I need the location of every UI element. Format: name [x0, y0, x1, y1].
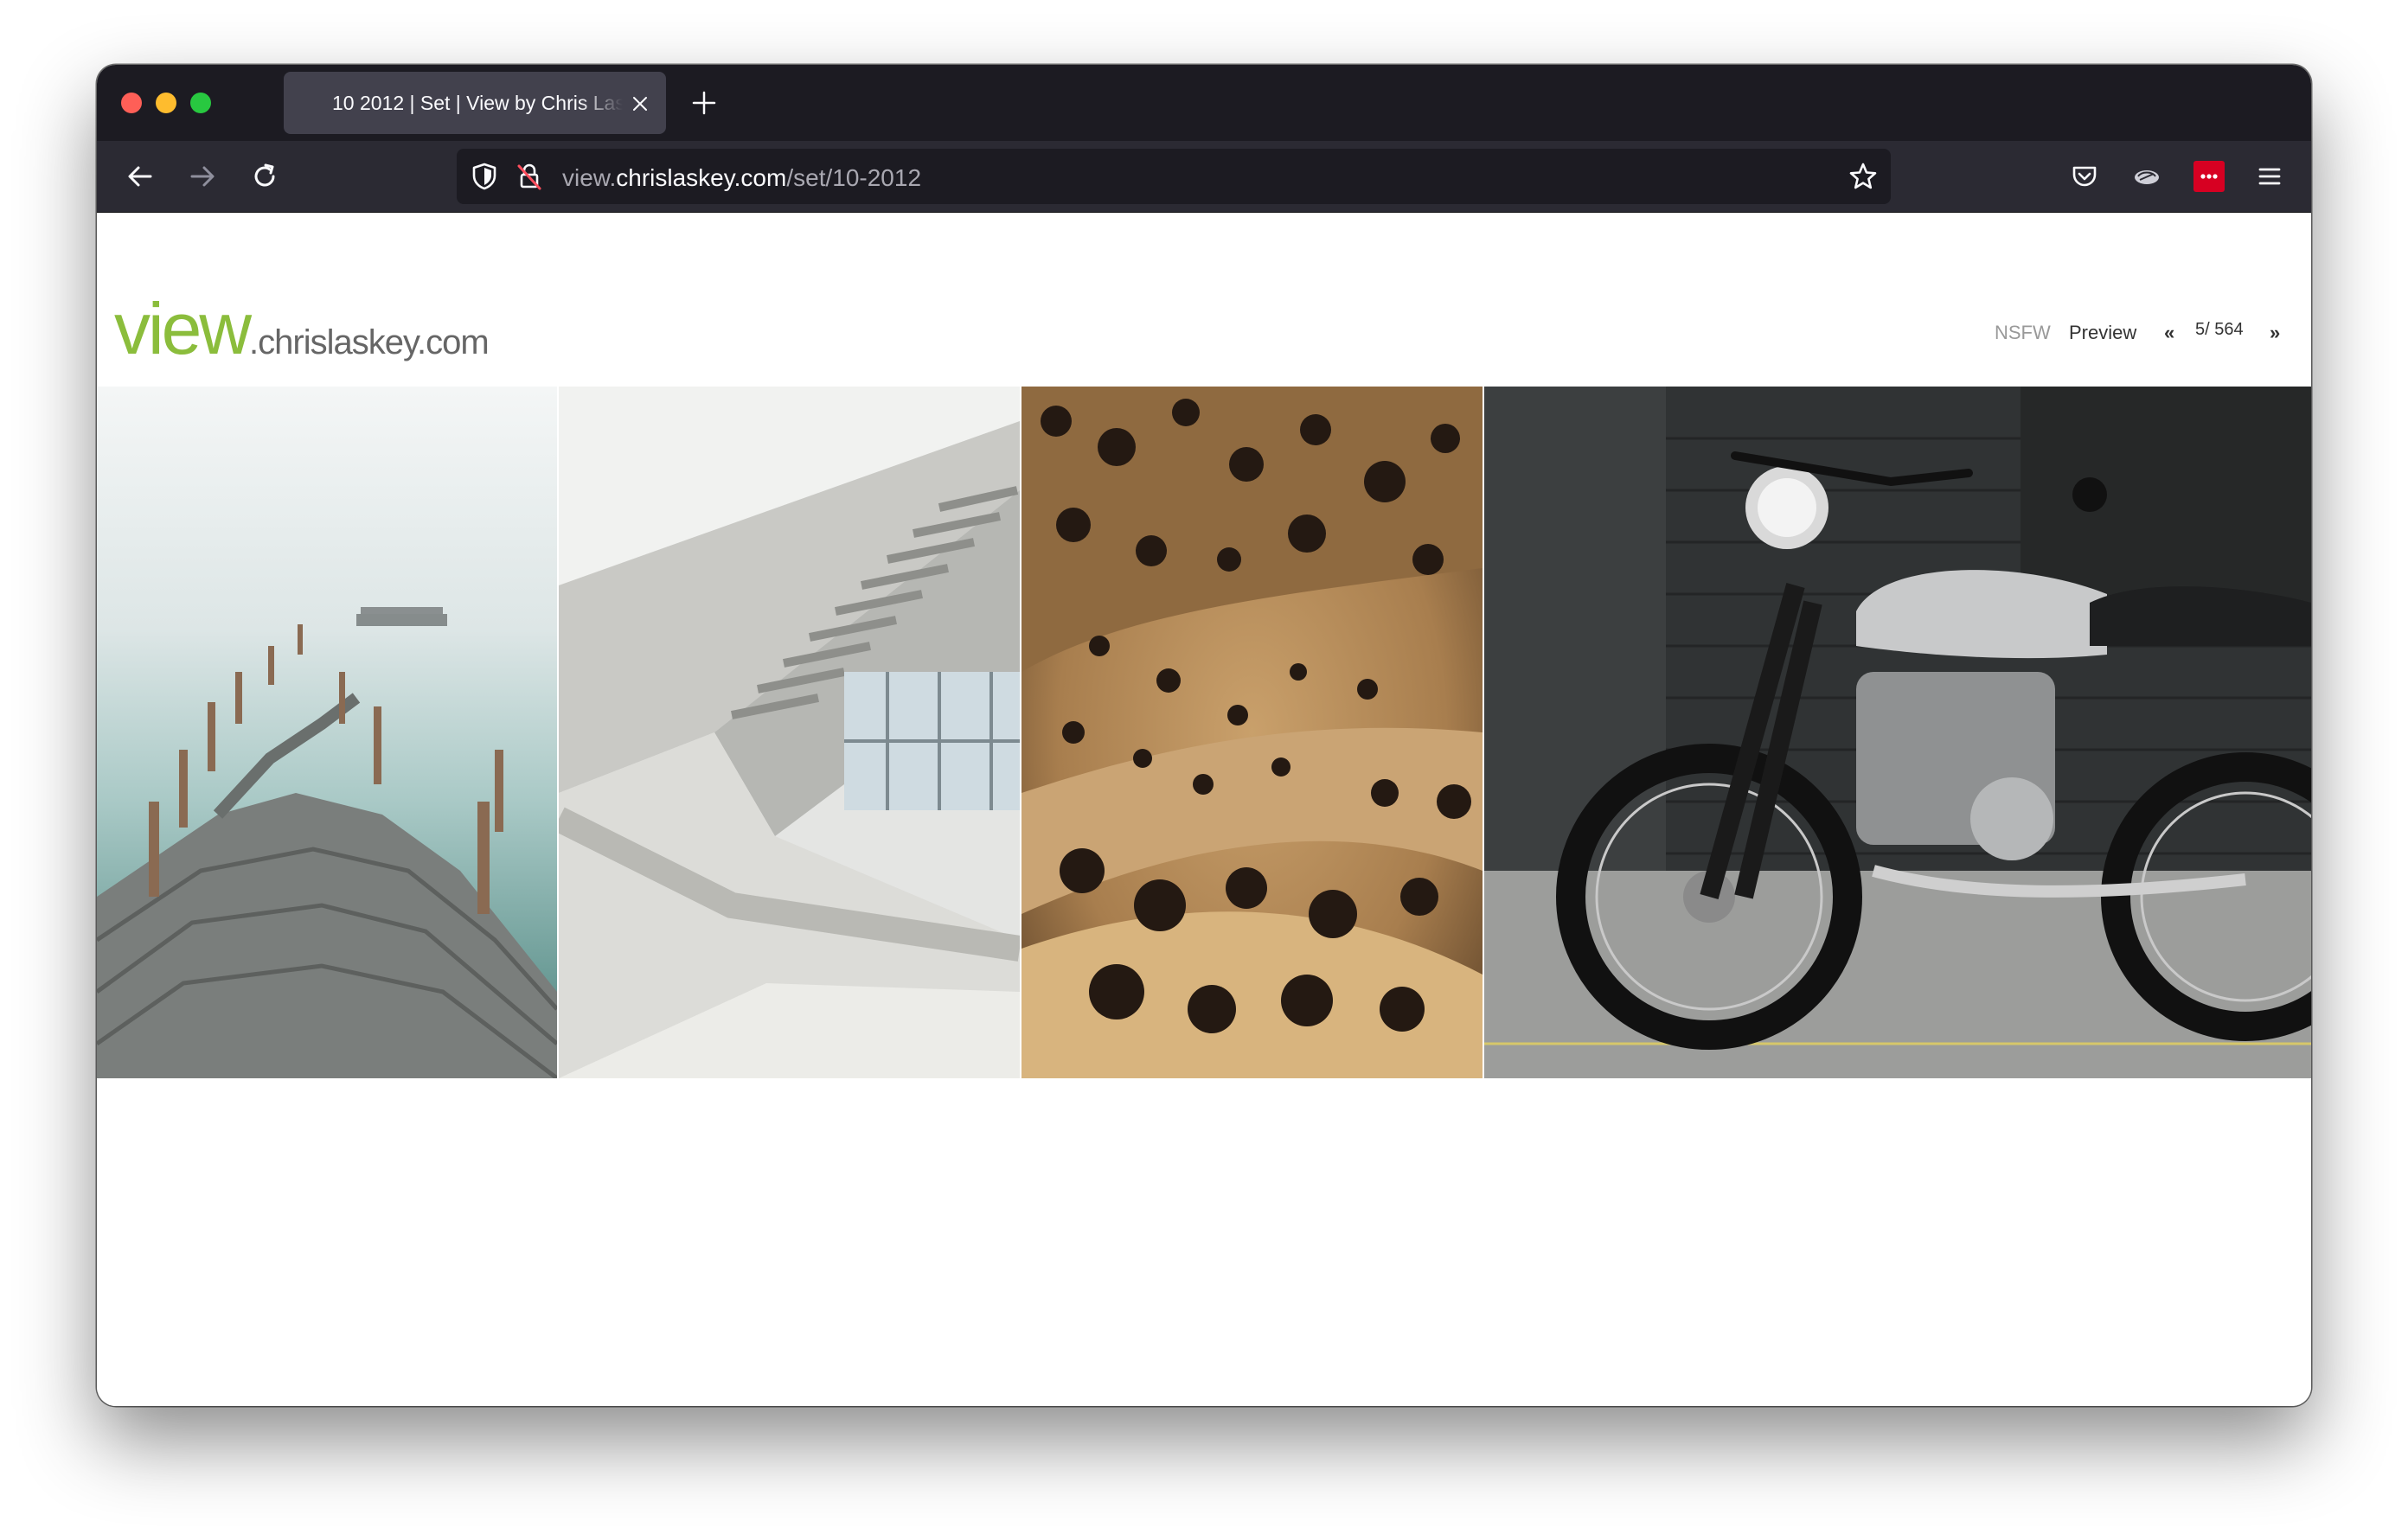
pier-image	[97, 387, 557, 1078]
photo-gallery	[97, 387, 2311, 1078]
close-window-button[interactable]	[121, 93, 142, 113]
browser-window: 10 2012 | Set | View by Chris Laskey	[97, 65, 2311, 1406]
url-host: chrislaskey.com	[616, 164, 787, 191]
url-text[interactable]: view.chrislaskey.com/set/10-2012	[562, 164, 921, 192]
pocket-icon[interactable]	[2069, 161, 2100, 192]
close-tab-icon[interactable]	[630, 93, 650, 114]
lastpass-icon[interactable]	[2193, 161, 2225, 192]
minimize-window-button[interactable]	[156, 93, 176, 113]
photo-motorcycle[interactable]	[1484, 387, 2311, 1078]
tab-bar: 10 2012 | Set | View by Chris Laskey	[97, 65, 2311, 141]
insecure-lock-icon[interactable]	[514, 161, 545, 192]
photo-leopards[interactable]	[1021, 387, 1483, 1078]
reload-icon[interactable]	[249, 161, 280, 192]
page-counter: 5/ 564	[2195, 320, 2244, 339]
shield-icon[interactable]	[469, 161, 500, 192]
next-page-link[interactable]: »	[2270, 322, 2280, 344]
motorcycle-image	[1484, 387, 2311, 1078]
zoom-window-button[interactable]	[190, 93, 211, 113]
preview-link[interactable]: Preview	[2069, 322, 2136, 344]
previous-page-link[interactable]: «	[2164, 322, 2174, 344]
back-icon[interactable]	[125, 161, 156, 192]
url-bar[interactable]: view.chrislaskey.com/set/10-2012	[457, 149, 1891, 204]
extension-icon[interactable]	[2131, 161, 2162, 192]
logo-main: view	[114, 288, 252, 369]
page-content: view.chrislaskey.com NSFW Preview « 5/ 5…	[97, 213, 2311, 1406]
url-prefix: view.	[562, 164, 617, 191]
bookmark-star-icon[interactable]	[1848, 161, 1879, 192]
navigation-toolbar: view.chrislaskey.com/set/10-2012	[97, 141, 2311, 213]
leopards-image	[1021, 387, 1483, 1078]
gallery-nav: NSFW Preview « 5/ 564 »	[1995, 320, 2289, 348]
url-path: /set/10-2012	[786, 164, 922, 191]
site-logo[interactable]: view.chrislaskey.com	[114, 287, 490, 371]
tab-title: 10 2012 | Set | View by Chris Laskey	[332, 92, 623, 114]
photo-staircase[interactable]	[559, 387, 1020, 1078]
new-tab-icon[interactable]	[690, 89, 718, 117]
logo-domain: .chrislaskey.com	[249, 323, 490, 361]
active-tab[interactable]: 10 2012 | Set | View by Chris Laskey	[284, 72, 666, 134]
forward-icon[interactable]	[187, 161, 218, 192]
menu-icon[interactable]	[2254, 161, 2285, 192]
nsfw-toggle[interactable]: NSFW	[1995, 322, 2051, 344]
staircase-image	[559, 387, 1020, 1078]
photo-pier[interactable]	[97, 387, 557, 1078]
